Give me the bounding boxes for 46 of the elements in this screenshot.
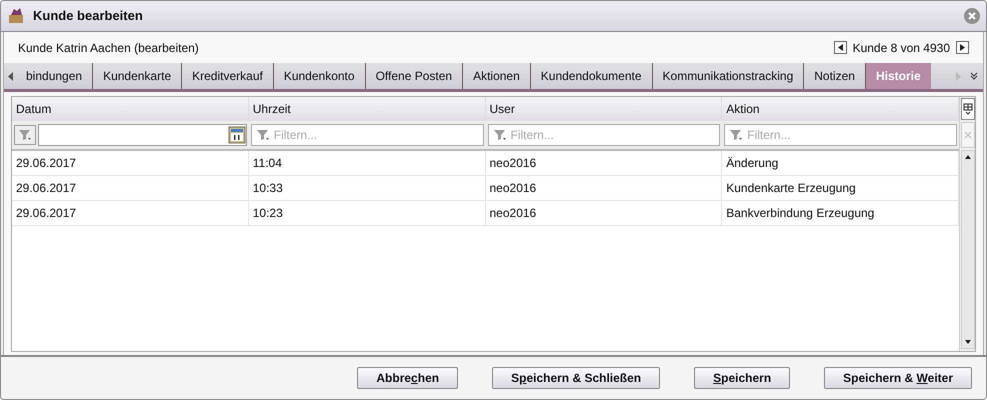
dialog-button[interactable]: Speichern & Schließen bbox=[492, 367, 660, 389]
dialog-button[interactable]: Speichern bbox=[694, 367, 790, 389]
filter-icon bbox=[18, 129, 32, 141]
table-cell: neo2016 bbox=[486, 201, 722, 225]
filter-field[interactable]: Filtern... bbox=[724, 124, 957, 146]
close-button[interactable] bbox=[964, 8, 980, 24]
table-cell: neo2016 bbox=[486, 176, 722, 200]
table-cell: neo2016 bbox=[486, 151, 722, 175]
previous-button[interactable] bbox=[834, 41, 847, 54]
tab[interactable]: Offene Posten bbox=[366, 63, 464, 89]
right-triangle-icon bbox=[960, 44, 965, 51]
filter-field[interactable]: Filtern... bbox=[250, 124, 484, 146]
tab[interactable]: bindungen bbox=[16, 63, 94, 89]
right-triangle-icon bbox=[956, 72, 960, 80]
table-cell: 10:23 bbox=[248, 201, 486, 225]
filter-icon bbox=[492, 129, 506, 141]
window-title: Kunde bearbeiten bbox=[33, 7, 144, 26]
double-chevron-down-icon bbox=[970, 72, 978, 80]
table-cell: 10:33 bbox=[248, 176, 486, 200]
tab[interactable]: Kundendokumente bbox=[530, 63, 653, 89]
table-cell: 29.06.2017 bbox=[12, 176, 249, 200]
filter-icon bbox=[256, 129, 270, 141]
calendar-icon[interactable] bbox=[228, 126, 246, 144]
dialog-button[interactable]: Abbrechen bbox=[357, 367, 458, 389]
filter-field[interactable]: Filtern... bbox=[488, 124, 720, 146]
date-filter-field[interactable] bbox=[38, 124, 247, 146]
vertical-scrollbar[interactable] bbox=[960, 150, 974, 349]
table-icon bbox=[962, 103, 972, 115]
clear-icon bbox=[964, 131, 972, 139]
table-cell: 29.06.2017 bbox=[12, 151, 249, 175]
next-button[interactable] bbox=[956, 41, 969, 54]
tab[interactable]: Aktionen bbox=[463, 63, 531, 89]
customer-heading: Kunde Katrin Aachen (bearbeiten) bbox=[18, 40, 200, 56]
table-cell: 29.06.2017 bbox=[12, 201, 249, 225]
record-counter: Kunde 8 von 4930 bbox=[852, 40, 950, 56]
table-cell: 11:04 bbox=[248, 151, 486, 175]
close-icon bbox=[968, 12, 976, 20]
tab[interactable]: Kundenkonto bbox=[274, 63, 366, 89]
column-chooser-button[interactable] bbox=[960, 98, 974, 120]
dialog-button[interactable]: Speichern & Weiter bbox=[824, 367, 972, 389]
filter-icon bbox=[729, 129, 744, 141]
tab[interactable]: Kreditverkauf bbox=[182, 63, 274, 89]
tab[interactable]: Kundenkarte bbox=[93, 63, 182, 89]
tab[interactable]: Kommunikationstracking bbox=[652, 63, 804, 89]
left-triangle-icon bbox=[8, 72, 12, 80]
left-triangle-icon bbox=[838, 44, 843, 51]
